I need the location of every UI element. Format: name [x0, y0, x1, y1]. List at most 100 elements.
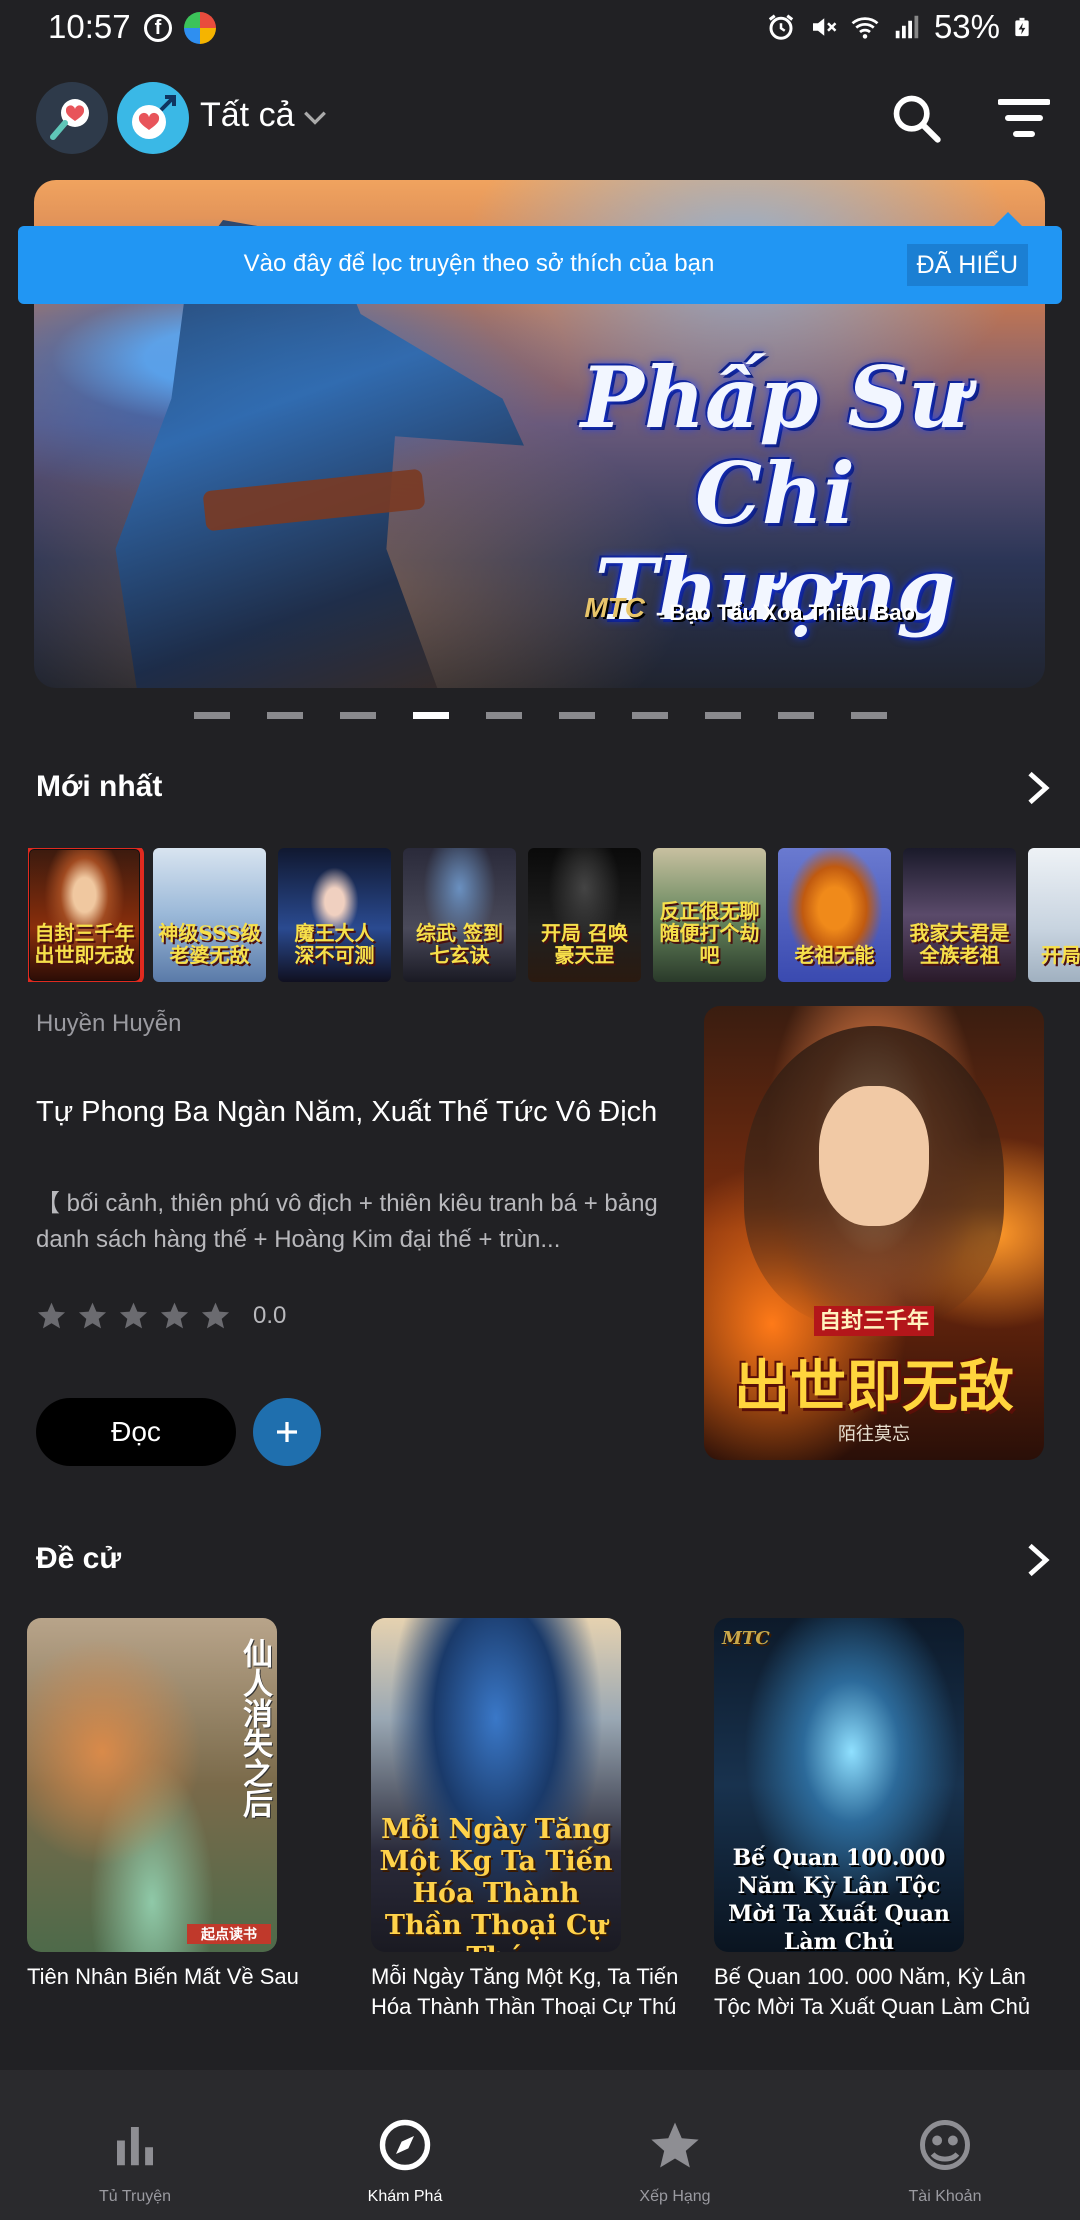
star-icon: [651, 2122, 699, 2168]
newest-thumbnail[interactable]: 自封三千年 出世即无敌: [28, 848, 144, 982]
battery-charging-icon: [1015, 17, 1029, 37]
nav-ranking[interactable]: Xếp Hạng: [540, 2070, 810, 2220]
mute-icon: [812, 18, 837, 36]
add-to-library-button[interactable]: [253, 1398, 321, 1466]
filter-hint-tooltip: Vào đây để lọc truyện theo sở thích của …: [18, 212, 1062, 304]
carousel-dot[interactable]: [704, 712, 741, 719]
thumbnail-cover-text: 开局 封神: [1041, 943, 1080, 967]
cover-small-title: 自封三千年: [814, 1306, 934, 1336]
recommend-cover[interactable]: Mỗi Ngày Tăng Một Kg Ta Tiến Hóa Thành T…: [371, 1618, 621, 1952]
carousel-dot[interactable]: [631, 712, 668, 719]
facebook-notification-icon: f: [144, 14, 172, 42]
newest-thumbnail[interactable]: 我家夫君是 全族老祖: [903, 848, 1016, 982]
battery-percent: 53%: [933, 8, 1000, 45]
search-icon[interactable]: [890, 92, 942, 144]
thumbnail-cover-text: 我家夫君是 全族老祖: [909, 921, 1010, 967]
banner-subtitle: - Bạo Tẩu Xoa Thiêu Bao: [655, 600, 915, 625]
compass-icon: [379, 2119, 431, 2171]
featured-book-title[interactable]: Tự Phong Ba Ngàn Năm, Xuất Thế Tức Vô Đị…: [36, 1096, 676, 1129]
heart-search-icon: [50, 99, 89, 140]
tooltip-text: Vào đây để lọc truyện theo sở thích của …: [243, 250, 715, 277]
wifi-icon: [851, 17, 879, 39]
recommend-cover-publisher: 起点读书: [187, 1924, 271, 1944]
thumbnail-cover-text: 魔王大人 深不可测: [294, 921, 375, 967]
bar-chart-icon: [117, 2127, 153, 2166]
nav-account[interactable]: Tài Khoản: [810, 2070, 1080, 2220]
thumbnail-cover-text: 开局 召唤豪天罡: [541, 921, 628, 967]
nav-label: Xếp Hạng: [639, 2188, 711, 2205]
profile-avatar-button[interactable]: [36, 82, 108, 154]
newest-thumbnail[interactable]: 神级SSS级 老婆无敌: [153, 848, 266, 982]
recommend-title[interactable]: Bế Quan 100. 000 Năm, Kỳ Lân Tộc Mời Ta …: [714, 1962, 1044, 2022]
recommend-item[interactable]: MTC Bế Quan 100.000 Năm Kỳ Lân Tộc Mời T…: [714, 1618, 1044, 2022]
newest-thumbnail[interactable]: 开局 封神: [1028, 848, 1080, 982]
gender-filter-button[interactable]: [117, 82, 189, 154]
carousel-dot[interactable]: [412, 712, 449, 719]
male-heart-icon: [132, 95, 176, 139]
chevron-down-icon[interactable]: [302, 104, 328, 130]
star-icon: [160, 1302, 189, 1329]
newest-thumbnail[interactable]: 反正很无聊 随便打个劫吧: [653, 848, 766, 982]
recommend-title[interactable]: Tiên Nhân Biến Mất Về Sau: [27, 1962, 357, 1992]
featured-genre: Huyền Huyễn: [36, 1010, 182, 1037]
featured-book-description: 【 bối cảnh, thiên phú vô địch + thiên ki…: [36, 1190, 658, 1253]
carousel-dot[interactable]: [339, 712, 376, 719]
newest-thumbnail[interactable]: 老祖无能: [778, 848, 891, 982]
newest-thumbnail-strip[interactable]: 自封三千年 出世即无敌 神级SSS级 老婆无敌 魔王大人 深不可测 综武 签到七玄诀开…: [28, 848, 1080, 982]
recommend-cover-title: Mỗi Ngày Tăng Một Kg Ta Tiến Hóa Thành T…: [379, 1814, 613, 1952]
star-icon: [78, 1302, 107, 1329]
newest-thumbnail[interactable]: 魔王大人 深不可测: [278, 848, 391, 982]
chevron-right-icon[interactable]: [1022, 1540, 1054, 1580]
nav-label: Khám Phá: [367, 2188, 443, 2205]
filter-icon[interactable]: [998, 96, 1050, 140]
dismiss-hint-button[interactable]: ĐÃ HIỂU: [906, 244, 1028, 286]
carousel-dot[interactable]: [558, 712, 595, 719]
carousel-dot[interactable]: [193, 712, 230, 719]
carousel-dot[interactable]: [266, 712, 303, 719]
recommend-list: 仙人消失之后 起点读书 Tiên Nhân Biến Mất Về Sau Mỗ…: [0, 1618, 1080, 2038]
carousel-dot[interactable]: [850, 712, 887, 719]
alarm-icon: [768, 14, 794, 40]
cover-main-title: 出世即无敌: [734, 1354, 1014, 1420]
signal-icon: [895, 15, 919, 39]
nav-label: Tài Khoản: [908, 2188, 982, 2205]
thumbnail-cover-text: 反正很无聊 随便打个劫吧: [659, 899, 760, 967]
nav-explore[interactable]: Khám Phá: [270, 2070, 540, 2220]
carousel-dot[interactable]: [777, 712, 814, 719]
thumbnail-cover-text: 老祖无能: [794, 943, 875, 967]
cover-art-face: [819, 1086, 929, 1226]
star-icon: [119, 1302, 148, 1329]
bottom-navigation: Tủ Truyện Khám Phá Xếp Hạng Tài Khoản: [0, 2070, 1080, 2220]
category-filter-label[interactable]: Tất cả: [200, 96, 294, 135]
recommend-item[interactable]: Mỗi Ngày Tăng Một Kg Ta Tiến Hóa Thành T…: [371, 1618, 701, 2022]
status-time: 10:57: [48, 8, 131, 45]
thumbnail-cover-text: 综武 签到七玄诀: [416, 921, 503, 967]
star-icon: [37, 1302, 66, 1329]
carousel-indicator: [0, 712, 1080, 720]
recommend-cover-logo: MTC: [722, 1628, 770, 1649]
section-title-newest: Mới nhất: [36, 770, 163, 803]
newest-thumbnail[interactable]: 综武 签到七玄诀: [403, 848, 516, 982]
nav-library[interactable]: Tủ Truyện: [0, 2070, 270, 2220]
account-icon: [920, 2120, 970, 2170]
rating-value: 0.0: [253, 1301, 287, 1329]
carousel-dot[interactable]: [485, 712, 522, 719]
section-title-recommend: Đề cử: [36, 1542, 122, 1575]
recommend-title[interactable]: Mỗi Ngày Tăng Một Kg, Ta Tiến Hóa Thành …: [371, 1962, 701, 2022]
newest-thumbnail[interactable]: 开局 召唤豪天罡: [528, 848, 641, 982]
star-icon: [201, 1302, 230, 1329]
plus-icon: [277, 1422, 297, 1442]
rating-stars: 0.0: [36, 1300, 286, 1331]
recommend-item[interactable]: 仙人消失之后 起点读书 Tiên Nhân Biến Mất Về Sau: [27, 1618, 357, 1992]
tooltip-arrow: [994, 212, 1022, 226]
app-notification-icon: [184, 12, 216, 44]
thumbnail-cover-text: 自封三千年 出世即无敌: [34, 921, 135, 967]
recommend-cover[interactable]: MTC Bế Quan 100.000 Năm Kỳ Lân Tộc Mời T…: [714, 1618, 964, 1952]
featured-book-cover[interactable]: 自封三千年 出世即无敌 陌往莫忘: [704, 1006, 1044, 1460]
status-bar: 10:57 f 53%: [0, 0, 1080, 56]
thumbnail-cover-text: 神级SSS级 老婆无敌: [158, 921, 261, 967]
recommend-cover[interactable]: 仙人消失之后 起点读书: [27, 1618, 277, 1952]
read-button[interactable]: Đọc: [36, 1398, 236, 1466]
nav-label: Tủ Truyện: [98, 2188, 172, 2205]
chevron-right-icon[interactable]: [1022, 768, 1054, 808]
